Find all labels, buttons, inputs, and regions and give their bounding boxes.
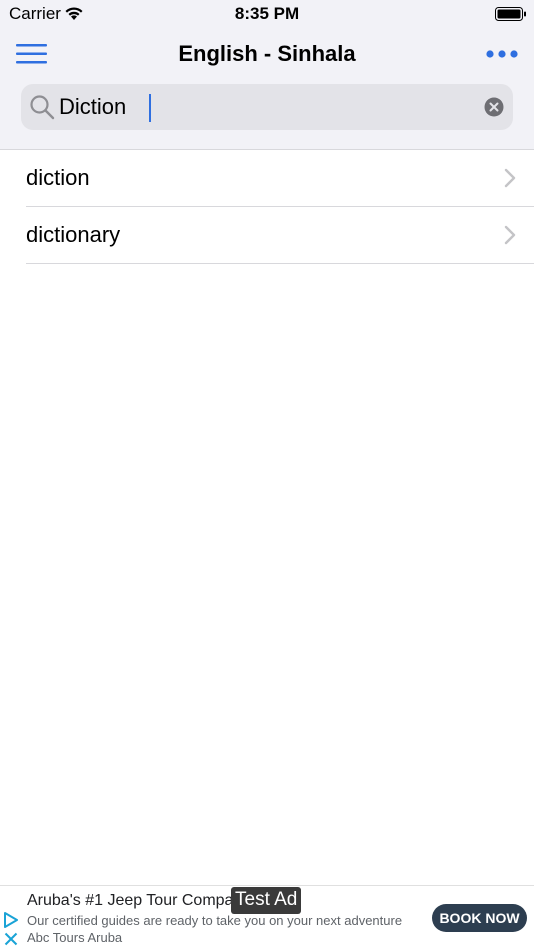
- ad-close-icon[interactable]: [4, 932, 18, 946]
- chevron-right-icon: [504, 168, 516, 188]
- book-now-button[interactable]: BOOK NOW: [432, 904, 527, 932]
- ad-choices-icon[interactable]: [3, 912, 19, 928]
- ad-title: Aruba's #1 Jeep Tour Compar: [27, 892, 239, 909]
- page-title: English - Sinhala: [178, 41, 356, 66]
- chevron-right-icon: [504, 225, 516, 245]
- ad-description: Our certified guides are ready to take y…: [27, 913, 403, 945]
- results-list: diction dictionary: [0, 150, 534, 264]
- clear-search-icon[interactable]: [484, 97, 504, 117]
- battery-icon: [495, 7, 526, 21]
- hamburger-menu-icon[interactable]: [16, 43, 48, 65]
- list-item[interactable]: diction: [26, 150, 534, 207]
- more-options-icon[interactable]: [485, 49, 519, 59]
- search-input[interactable]: [59, 88, 469, 126]
- ad-banner[interactable]: Aruba's #1 Jeep Tour Compar Test Ad Our …: [0, 885, 534, 950]
- navigation-bar: English - Sinhala: [0, 30, 534, 150]
- text-cursor: [149, 94, 151, 122]
- status-bar: Carrier 8:35 PM: [0, 0, 534, 30]
- list-item-label: dictionary: [26, 222, 121, 247]
- test-ad-badge: Test Ad: [231, 887, 302, 914]
- search-icon: [30, 95, 55, 120]
- list-item[interactable]: dictionary: [26, 207, 534, 264]
- search-bar[interactable]: [21, 84, 513, 130]
- list-item-label: diction: [26, 165, 90, 190]
- status-time: 8:35 PM: [234, 4, 300, 23]
